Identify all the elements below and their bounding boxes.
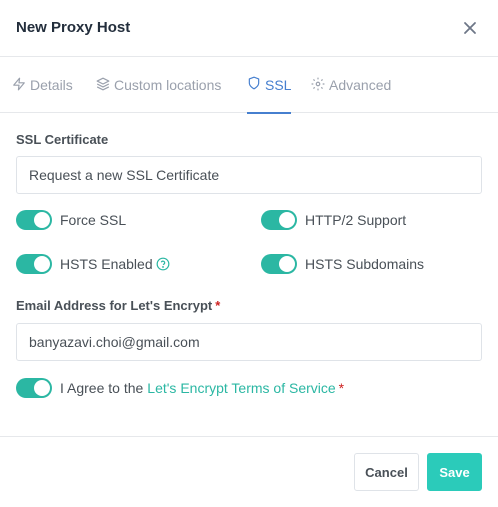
new-proxy-host-modal: New Proxy Host Details Custom locations … bbox=[0, 0, 498, 507]
footer-divider bbox=[0, 436, 498, 437]
help-circle-icon[interactable] bbox=[156, 257, 170, 271]
hsts-enabled-row: HSTS Enabled bbox=[16, 254, 170, 274]
zap-icon bbox=[12, 77, 30, 94]
agree-terms-toggle[interactable] bbox=[16, 378, 52, 398]
modal-header: New Proxy Host bbox=[0, 0, 498, 57]
tab-ssl-label: SSL bbox=[265, 76, 292, 93]
shield-icon bbox=[247, 76, 265, 93]
http2-row: HTTP/2 Support bbox=[261, 210, 406, 230]
tab-details[interactable]: Details bbox=[12, 57, 73, 113]
http2-label: HTTP/2 Support bbox=[305, 212, 407, 228]
force-ssl-toggle[interactable] bbox=[16, 210, 52, 230]
email-label: Email Address for Let's Encrypt bbox=[16, 298, 213, 313]
force-ssl-label: Force SSL bbox=[60, 212, 127, 228]
hsts-enabled-toggle[interactable] bbox=[16, 254, 52, 274]
hsts-subdomains-label: HSTS Subdomains bbox=[305, 256, 425, 272]
tab-details-label: Details bbox=[30, 77, 73, 93]
ssl-certificate-label: SSL Certificate bbox=[16, 132, 109, 147]
tab-custom-locations-label: Custom locations bbox=[114, 77, 222, 93]
tab-ssl[interactable]: SSL bbox=[247, 57, 292, 114]
tab-advanced[interactable]: Advanced bbox=[311, 57, 391, 113]
tab-advanced-label: Advanced bbox=[329, 77, 392, 93]
gear-icon bbox=[311, 77, 329, 94]
tab-custom-locations[interactable]: Custom locations bbox=[96, 57, 221, 113]
agree-prefix: I Agree to the bbox=[60, 380, 144, 396]
email-label-row: Email Address for Let's Encrypt * bbox=[16, 298, 220, 313]
email-input[interactable]: banyazavi.choi@gmail.com bbox=[16, 323, 482, 361]
hsts-enabled-label: HSTS Enabled bbox=[60, 256, 153, 272]
ssl-certificate-select[interactable]: Request a new SSL Certificate bbox=[16, 156, 482, 194]
agree-terms-row: I Agree to the Let's Encrypt Terms of Se… bbox=[16, 378, 344, 398]
tab-bar: Details Custom locations SSL Advanced bbox=[0, 57, 498, 114]
terms-of-service-link[interactable]: Let's Encrypt Terms of Service bbox=[147, 380, 335, 396]
required-marker: * bbox=[338, 380, 345, 396]
http2-toggle[interactable] bbox=[261, 210, 297, 230]
required-marker: * bbox=[215, 298, 221, 313]
force-ssl-row: Force SSL bbox=[16, 210, 126, 230]
save-button[interactable]: Save bbox=[427, 453, 482, 491]
cancel-button[interactable]: Cancel bbox=[354, 453, 419, 491]
modal-title: New Proxy Host bbox=[16, 19, 131, 36]
hsts-subdomains-row: HSTS Subdomains bbox=[261, 254, 424, 274]
close-icon[interactable] bbox=[462, 20, 478, 36]
layers-icon bbox=[96, 77, 114, 94]
hsts-subdomains-toggle[interactable] bbox=[261, 254, 297, 274]
